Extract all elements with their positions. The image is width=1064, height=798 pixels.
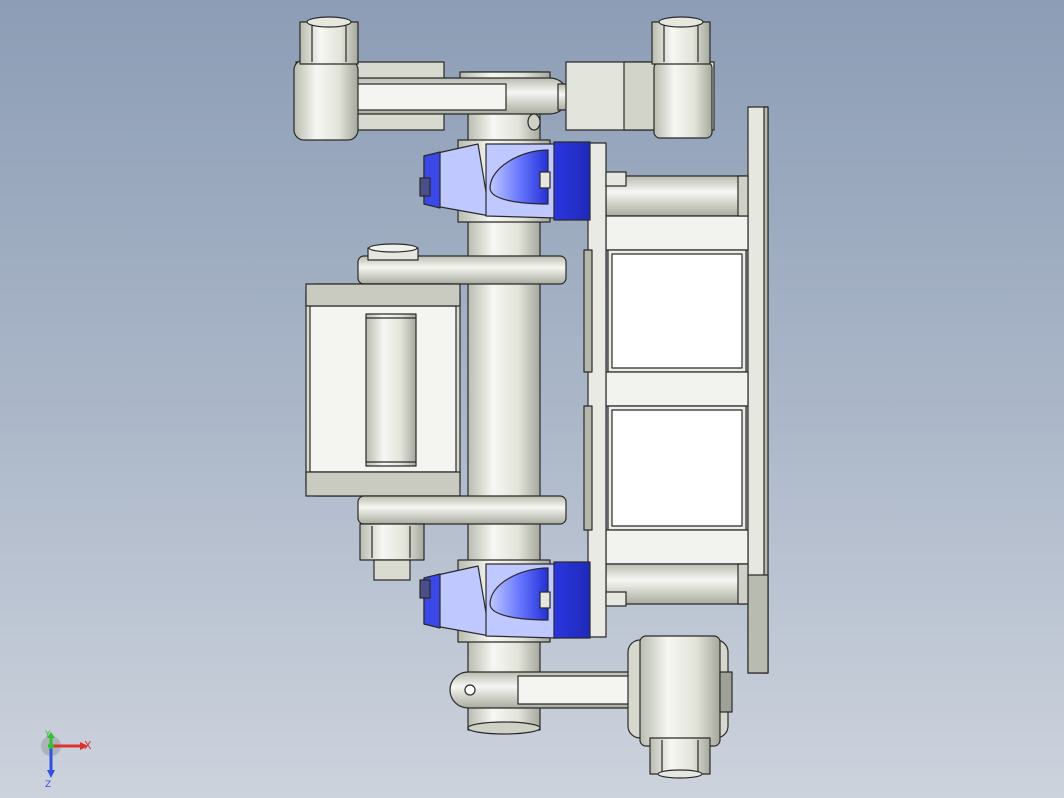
mounting-plate	[747, 106, 769, 674]
z-axis-label: Z	[45, 780, 51, 790]
x-axis-label: X	[84, 739, 92, 752]
frame-structure	[583, 142, 749, 638]
cad-viewport[interactable]: X Y Z	[0, 0, 1064, 798]
y-axis-label: Y	[44, 730, 51, 740]
coordinate-triad: X Y Z	[38, 730, 108, 790]
mechanical-assembly-model[interactable]	[0, 0, 1064, 798]
